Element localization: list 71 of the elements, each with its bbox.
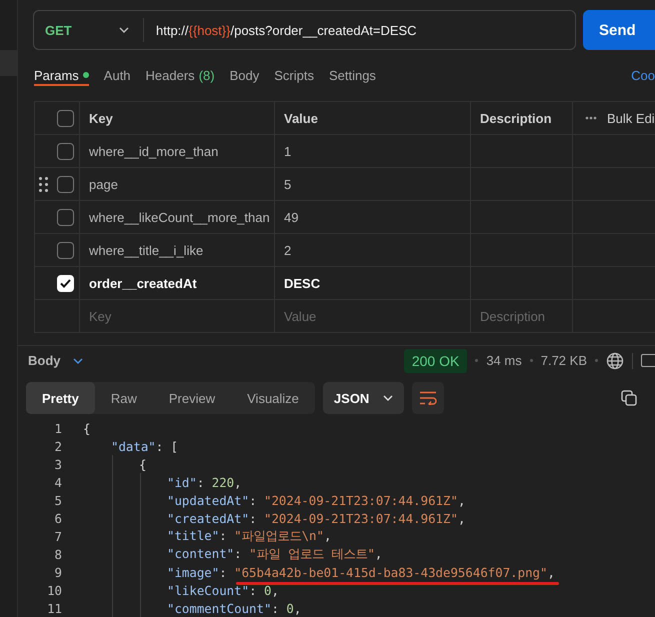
checkbox[interactable]: [57, 110, 74, 126]
chevron-icon: [72, 358, 82, 364]
param-value[interactable]: 5: [284, 176, 292, 192]
param-value[interactable]: 1: [284, 144, 292, 158]
param-key[interactable]: page: [89, 176, 118, 192]
more-icon[interactable]: [585, 116, 597, 120]
code-line: {: [139, 456, 146, 472]
param-key[interactable]: where__title__i_like: [89, 242, 204, 258]
copy-icon[interactable]: [621, 390, 637, 406]
code-line: "likeCount": 0,: [167, 582, 279, 598]
globe-icon[interactable]: [606, 352, 624, 370]
example-icon[interactable]: [641, 354, 655, 367]
tab[interactable]: Body: [230, 64, 260, 86]
code-line: "id": 220,: [167, 474, 242, 490]
code-line: "title": "파일업로드\n",: [167, 528, 332, 544]
line-number: 5: [54, 492, 62, 508]
cookies-link[interactable]: Coo: [631, 68, 655, 82]
param-value[interactable]: 49: [284, 210, 298, 224]
line-number: 11: [46, 600, 62, 616]
line-number: 3: [54, 456, 62, 472]
view-tab[interactable]: Raw: [94, 382, 153, 414]
param-key[interactable]: where__likeCount__more_than: [89, 210, 270, 224]
column-header: Description: [471, 102, 573, 135]
checkmark-icon: [60, 278, 71, 288]
param-value[interactable]: DESC: [284, 276, 320, 290]
line-number: 6: [54, 510, 62, 526]
body-dropdown[interactable]: Body: [28, 353, 60, 368]
view-tab[interactable]: Preview: [152, 382, 232, 414]
view-tab[interactable]: Pretty: [26, 382, 95, 414]
chevron-icon: [383, 395, 394, 401]
checkbox[interactable]: [57, 176, 74, 192]
status-badge: 200 OK: [404, 348, 468, 372]
response-time: 34 ms: [486, 353, 522, 368]
response-size: 7.72 KB: [540, 353, 587, 368]
chevron-icon: [119, 27, 129, 33]
drag-handle-icon[interactable]: [39, 176, 48, 192]
line-number: 7: [54, 528, 62, 544]
code-line: "createdAt": "2024-09-21T23:07:44.961Z",: [167, 510, 466, 526]
tab[interactable]: Params: [34, 64, 89, 86]
send-button[interactable]: Send: [583, 10, 655, 50]
code-line: "image": "65b4a42b-be01-415d-ba83-43de95646f07.png",: [167, 564, 555, 580]
column-header: Value: [275, 102, 471, 135]
column-header: Key: [80, 102, 275, 135]
code-line: {: [83, 420, 90, 436]
code-line: "updatedAt": "2024-09-21T23:07:44.961Z",: [167, 492, 466, 508]
param-key[interactable]: where__id_more_than: [89, 144, 218, 158]
line-number: 1: [54, 420, 62, 436]
code-line: "commentCount": 0,: [167, 600, 302, 616]
line-number: 9: [54, 564, 62, 580]
code-line: "data": [: [111, 438, 178, 454]
url-field[interactable]: http://{{host}}/posts?order__createdAt=DESC: [144, 22, 417, 38]
param-key[interactable]: order__createdAt: [89, 276, 197, 290]
tab[interactable]: Auth: [104, 64, 131, 86]
tab[interactable]: Scripts: [274, 64, 314, 86]
checkbox[interactable]: [57, 142, 74, 160]
tab[interactable]: Headers (8): [146, 64, 215, 86]
bulk-edit-link[interactable]: Bulk Edi: [607, 110, 655, 126]
checkbox[interactable]: [57, 242, 74, 258]
line-number: 8: [54, 546, 62, 562]
tab[interactable]: Settings: [328, 64, 376, 86]
view-tab[interactable]: Visualize: [231, 382, 315, 414]
param-value[interactable]: 2: [284, 242, 292, 258]
line-number: 2: [54, 438, 62, 454]
checkbox[interactable]: [57, 208, 74, 226]
method-dropdown[interactable]: GET: [34, 18, 144, 42]
wrap-icon: [419, 391, 438, 405]
line-number: 4: [54, 474, 62, 490]
format-dropdown[interactable]: JSON: [322, 382, 404, 414]
wrap-lines-button[interactable]: [412, 382, 444, 414]
line-number: 10: [46, 582, 62, 598]
code-line: "content": "파일 업로드 테스트",: [167, 546, 382, 562]
